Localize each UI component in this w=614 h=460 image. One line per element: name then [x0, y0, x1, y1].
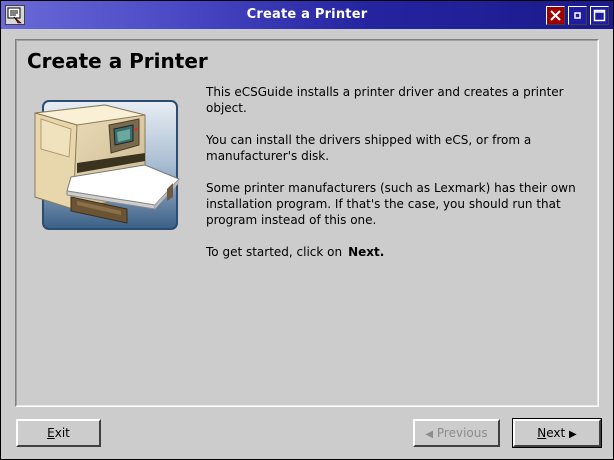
previous-button[interactable]: ◀ Previous	[413, 419, 500, 447]
manufacturer-paragraph: Some printer manufacturers (such as Lexm…	[206, 181, 576, 227]
next-mnemonic: N	[537, 426, 547, 440]
get-started-paragraph: To get started, click on Next.	[206, 244, 586, 260]
title-bar[interactable]: Create a Printer	[1, 1, 613, 29]
previous-button-label: Previous	[436, 426, 488, 440]
get-started-text: To get started, click on	[206, 245, 343, 259]
arrow-left-icon: ◀	[425, 429, 434, 440]
printer-illustration	[34, 100, 180, 230]
close-icon[interactable]	[546, 6, 565, 25]
exit-button[interactable]: Exit	[16, 419, 101, 447]
exit-button-label: xit	[54, 426, 70, 440]
exit-mnemonic: E	[47, 426, 55, 440]
maximize-icon[interactable]	[590, 6, 609, 25]
drivers-paragraph: You can install the drivers shipped with…	[206, 133, 532, 163]
minimize-icon[interactable]	[568, 6, 587, 25]
next-emphasis: Next.	[348, 245, 385, 259]
next-button[interactable]: Next ▶	[512, 418, 602, 448]
arrow-right-icon: ▶	[569, 429, 577, 440]
intro-paragraph: This eCSGuide installs a printer driver …	[206, 85, 564, 115]
next-button-label: ext	[546, 426, 566, 440]
page-title: Create a Printer	[27, 49, 208, 73]
window-title: Create a Printer	[246, 7, 368, 22]
wizard-window: Create a Printer Create a Printer This e…	[0, 0, 614, 460]
